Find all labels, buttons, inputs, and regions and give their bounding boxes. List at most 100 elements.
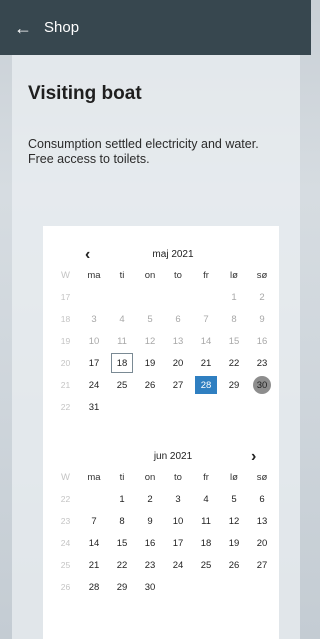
calendar-day[interactable]: 20 bbox=[248, 532, 276, 554]
day-number: 10 bbox=[172, 515, 184, 527]
calendar-day[interactable]: 16 bbox=[248, 330, 276, 352]
previous-month-button[interactable]: ‹ bbox=[85, 246, 90, 264]
calendar-day[interactable]: 12 bbox=[220, 510, 248, 532]
calendar-day[interactable]: 17 bbox=[164, 532, 192, 554]
calendar-day[interactable]: 13 bbox=[248, 510, 276, 532]
calendar-day[interactable]: 27 bbox=[248, 554, 276, 576]
calendar-day[interactable]: 8 bbox=[220, 308, 248, 330]
calendar-day[interactable]: 11 bbox=[192, 510, 220, 532]
day-number: 8 bbox=[119, 515, 125, 527]
calendar-day[interactable]: 31 bbox=[80, 396, 108, 418]
calendar-day[interactable]: 14 bbox=[192, 330, 220, 352]
arrow-left-icon[interactable]: ← bbox=[14, 19, 32, 37]
calendar-day[interactable]: 12 bbox=[136, 330, 164, 352]
calendar-day[interactable]: 30 bbox=[248, 374, 276, 396]
calendar-day[interactable]: 5 bbox=[220, 488, 248, 510]
day-number: 25 bbox=[200, 559, 212, 571]
day-number: 21 bbox=[88, 559, 100, 571]
calendar-day[interactable]: 10 bbox=[80, 330, 108, 352]
calendar-day[interactable]: 9 bbox=[248, 308, 276, 330]
weekday-header: ma bbox=[87, 269, 101, 281]
calendar-day[interactable]: 1 bbox=[220, 286, 248, 308]
week-number: 20 bbox=[60, 358, 71, 368]
calendar-day[interactable]: 13 bbox=[164, 330, 192, 352]
calendar-day[interactable]: 3 bbox=[164, 488, 192, 510]
day-number: 21 bbox=[200, 357, 212, 369]
calendar-day[interactable]: 29 bbox=[220, 374, 248, 396]
weekday-header: lø bbox=[230, 269, 238, 281]
calendar-day[interactable]: 2 bbox=[136, 488, 164, 510]
day-number: 18 bbox=[116, 357, 128, 369]
calendar-day[interactable]: 4 bbox=[108, 308, 136, 330]
date-picker-calendar: ‹ maj 2021 Wma ti on to fr lø sø 17 1 2 18 3 4 5 6 7 8 9 1… bbox=[43, 226, 279, 639]
calendar-day[interactable]: 24 bbox=[164, 554, 192, 576]
calendar-day[interactable]: 7 bbox=[80, 510, 108, 532]
weekday-header: sø bbox=[256, 269, 268, 281]
today-day[interactable]: 18 bbox=[108, 352, 136, 374]
calendar-day[interactable]: 25 bbox=[108, 374, 136, 396]
day-number: 15 bbox=[116, 537, 128, 549]
calendar-day[interactable]: 23 bbox=[136, 554, 164, 576]
calendar-day[interactable]: 25 bbox=[192, 554, 220, 576]
day-number: 11 bbox=[117, 335, 127, 347]
calendar-day[interactable]: 17 bbox=[80, 352, 108, 374]
calendar-day[interactable]: 29 bbox=[108, 576, 136, 598]
day-number: 17 bbox=[172, 537, 184, 549]
day-number: 20 bbox=[256, 537, 268, 549]
calendar-day[interactable]: 5 bbox=[136, 308, 164, 330]
week-number: 22 bbox=[60, 402, 71, 412]
calendar-day[interactable]: 24 bbox=[80, 374, 108, 396]
calendar-day[interactable]: 22 bbox=[108, 554, 136, 576]
description-line: Consumption settled electricity and wate… bbox=[28, 137, 259, 151]
calendar-day[interactable]: 26 bbox=[220, 554, 248, 576]
calendar-day[interactable]: 6 bbox=[164, 308, 192, 330]
next-month-button[interactable]: › bbox=[251, 448, 256, 466]
calendar-day[interactable]: 23 bbox=[248, 352, 276, 374]
calendar-day[interactable]: 26 bbox=[136, 374, 164, 396]
calendar-day[interactable]: 6 bbox=[248, 488, 276, 510]
day-number: 22 bbox=[228, 357, 240, 369]
page-title: Visiting boat bbox=[28, 83, 142, 104]
calendar-day[interactable]: 4 bbox=[192, 488, 220, 510]
calendar-day[interactable]: 9 bbox=[136, 510, 164, 532]
calendar-day[interactable]: 28 bbox=[80, 576, 108, 598]
calendar-day[interactable]: 8 bbox=[108, 510, 136, 532]
day-number: 11 bbox=[201, 515, 211, 527]
day-number: 30 bbox=[256, 379, 268, 391]
calendar-day[interactable]: 1 bbox=[108, 488, 136, 510]
empty-day-cell bbox=[220, 576, 248, 598]
weekday-header: sø bbox=[256, 471, 268, 483]
calendar-day[interactable]: 15 bbox=[220, 330, 248, 352]
calendar-day[interactable]: 15 bbox=[108, 532, 136, 554]
week-number: 26 bbox=[60, 582, 71, 592]
month-title: jun 2021 bbox=[153, 451, 193, 462]
empty-day-cell bbox=[192, 576, 220, 598]
selected-day[interactable]: 28 bbox=[192, 374, 220, 396]
calendar-day[interactable]: 27 bbox=[164, 374, 192, 396]
calendar-day[interactable]: 21 bbox=[80, 554, 108, 576]
calendar-day[interactable]: 16 bbox=[136, 532, 164, 554]
weekday-header: ma bbox=[87, 471, 101, 483]
calendar-day[interactable]: 14 bbox=[80, 532, 108, 554]
calendar-day[interactable]: 30 bbox=[136, 576, 164, 598]
calendar-day[interactable]: 21 bbox=[192, 352, 220, 374]
calendar-day[interactable]: 18 bbox=[192, 532, 220, 554]
calendar-day[interactable]: 22 bbox=[220, 352, 248, 374]
calendar-day[interactable]: 19 bbox=[136, 352, 164, 374]
calendar-day[interactable]: 20 bbox=[164, 352, 192, 374]
day-number: 22 bbox=[116, 559, 128, 571]
day-number: 8 bbox=[231, 313, 237, 325]
calendar-day[interactable]: 19 bbox=[220, 532, 248, 554]
description-line: Free access to toilets. bbox=[28, 152, 150, 166]
calendar-day[interactable]: 10 bbox=[164, 510, 192, 532]
empty-day-cell bbox=[248, 396, 276, 418]
day-number: 27 bbox=[172, 379, 184, 391]
weekday-header: on bbox=[144, 471, 156, 483]
calendar-day[interactable]: 11 bbox=[108, 330, 136, 352]
day-number: 6 bbox=[259, 493, 265, 505]
day-number: 9 bbox=[147, 515, 153, 527]
calendar-day[interactable]: 3 bbox=[80, 308, 108, 330]
day-number: 28 bbox=[88, 581, 100, 593]
calendar-day[interactable]: 7 bbox=[192, 308, 220, 330]
calendar-day[interactable]: 2 bbox=[248, 286, 276, 308]
